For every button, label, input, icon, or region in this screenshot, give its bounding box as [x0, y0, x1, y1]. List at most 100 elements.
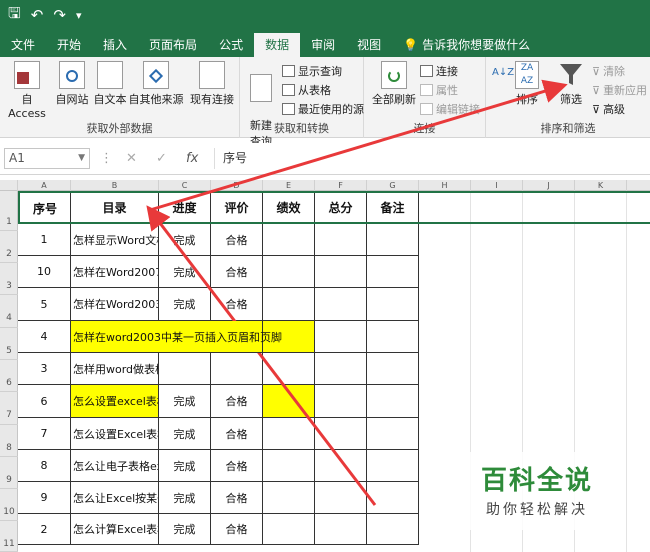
cell-rating[interactable] [211, 353, 263, 385]
cell-no[interactable]: 6 [18, 385, 71, 418]
cell-rating[interactable]: 合格 [211, 385, 263, 418]
cell-notes[interactable] [367, 224, 419, 256]
cell-progress[interactable]: 完成 [159, 224, 211, 256]
cell-total[interactable] [315, 321, 367, 353]
cell-notes[interactable] [367, 353, 419, 385]
column-header[interactable]: D [211, 180, 263, 191]
header-cell-title[interactable]: 目录 [71, 191, 159, 224]
select-all-corner[interactable] [0, 180, 18, 191]
tab-review[interactable]: 审阅 [300, 33, 346, 57]
cell-rating[interactable]: 合格 [211, 482, 263, 514]
from-text-button[interactable]: 自文本 [92, 61, 128, 107]
cell-total[interactable] [315, 353, 367, 385]
sort-button[interactable]: ZA AZ 排序 [512, 61, 542, 107]
cell-title[interactable]: 怎样在Word2003中使 [71, 288, 159, 321]
recent-sources-button[interactable]: 最近使用的源 [282, 101, 364, 117]
customize-toolbar-icon[interactable]: ▾ [76, 9, 82, 22]
tab-view[interactable]: 视图 [346, 33, 392, 57]
cell-rating[interactable]: 合格 [211, 450, 263, 482]
cell-rating[interactable]: 合格 [211, 256, 263, 288]
row-header[interactable]: 11 [0, 521, 18, 552]
cell-no[interactable]: 5 [18, 288, 71, 321]
chevron-down-icon[interactable]: ▼ [78, 149, 85, 168]
cell-title[interactable]: 怎样显示Word文档的 [71, 224, 159, 256]
tab-insert[interactable]: 插入 [92, 33, 138, 57]
properties-button[interactable]: 属性 [420, 82, 458, 98]
cell-notes[interactable] [367, 418, 419, 450]
filter-button[interactable]: 筛选 [554, 61, 588, 107]
name-box[interactable]: A1 ▼ [4, 148, 90, 169]
header-cell-notes[interactable]: 备注 [367, 191, 419, 224]
tab-file[interactable]: 文件 [0, 33, 46, 57]
cell-performance[interactable] [263, 288, 315, 321]
row-header[interactable]: 3 [0, 263, 18, 295]
header-cell-total[interactable]: 总分 [315, 191, 367, 224]
row-header[interactable]: 7 [0, 392, 18, 425]
cell-total[interactable] [315, 514, 367, 545]
column-header[interactable]: K [575, 180, 627, 191]
undo-icon[interactable]: ↶ [31, 6, 44, 24]
advanced-filter-button[interactable]: ⊽ 高级 [592, 101, 625, 117]
header-cell-rating[interactable]: 评价 [211, 191, 263, 224]
header-cell-progress[interactable]: 进度 [159, 191, 211, 224]
tab-page-layout[interactable]: 页面布局 [138, 33, 208, 57]
column-header[interactable]: F [315, 180, 367, 191]
cell-performance[interactable] [263, 482, 315, 514]
cell-title[interactable]: 怎样用word做表格 [71, 353, 159, 385]
connections-button[interactable]: 连接 [420, 63, 458, 79]
clear-filter-button[interactable]: ⊽ 清除 [592, 63, 625, 79]
cell-no[interactable]: 1 [18, 224, 71, 256]
cell-notes[interactable] [367, 482, 419, 514]
cell-performance[interactable] [263, 514, 315, 545]
cell-title[interactable]: 怎样在word2003中某一页插入页眉和页脚 [71, 321, 282, 353]
cell-notes[interactable] [367, 450, 419, 482]
cell-performance[interactable] [263, 256, 315, 288]
redo-icon[interactable]: ↷ [53, 6, 66, 24]
cell-title[interactable]: 怎么让Excel按某一列 [71, 482, 159, 514]
cell-notes[interactable] [367, 321, 419, 353]
cell-notes[interactable] [367, 385, 419, 418]
cell-performance[interactable] [263, 353, 315, 385]
from-access-button[interactable]: 自 Access [4, 61, 50, 120]
cell-rating[interactable]: 合格 [211, 418, 263, 450]
cell-total[interactable] [315, 482, 367, 514]
header-cell-performance[interactable]: 绩效 [263, 191, 315, 224]
cell-total[interactable] [315, 256, 367, 288]
column-header[interactable]: J [523, 180, 575, 191]
cell-no[interactable]: 3 [18, 353, 71, 385]
cell-performance[interactable] [263, 450, 315, 482]
row-header[interactable]: 10 [0, 489, 18, 521]
insert-function-icon[interactable]: fx [186, 151, 198, 166]
cell-title[interactable]: 怎么计算Excel表格中 [71, 514, 159, 545]
refresh-all-button[interactable]: 全部刷新 [370, 61, 418, 107]
cell-progress[interactable]: 完成 [159, 450, 211, 482]
row-header[interactable]: 1 [0, 191, 18, 231]
from-other-sources-button[interactable]: 自其他来源 [128, 61, 184, 107]
column-header[interactable]: E [263, 180, 315, 191]
row-header[interactable]: 6 [0, 360, 18, 392]
cell-progress[interactable]: 完成 [159, 482, 211, 514]
show-queries-button[interactable]: 显示查询 [282, 63, 342, 79]
cell-total[interactable] [315, 385, 367, 418]
cell-progress[interactable] [159, 353, 211, 385]
row-header[interactable]: 8 [0, 425, 18, 457]
sort-az-button[interactable]: A↓Z [492, 67, 514, 78]
formula-input[interactable]: 序号 [214, 148, 648, 169]
tab-formulas[interactable]: 公式 [208, 33, 254, 57]
row-header[interactable]: 2 [0, 231, 18, 263]
existing-connections-button[interactable]: 现有连接 [188, 61, 236, 107]
cell-progress[interactable]: 完成 [159, 385, 211, 418]
column-header[interactable]: C [159, 180, 211, 191]
from-table-button[interactable]: 从表格 [282, 82, 331, 98]
cell-notes[interactable] [367, 288, 419, 321]
cell-performance[interactable] [263, 224, 315, 256]
cell-total[interactable] [315, 224, 367, 256]
cell-no[interactable]: 9 [18, 482, 71, 514]
row-header[interactable]: 4 [0, 295, 18, 328]
column-header[interactable]: H [419, 180, 471, 191]
cell-notes[interactable] [367, 514, 419, 545]
column-header[interactable]: A [18, 180, 71, 191]
cell-rating[interactable]: 合格 [211, 514, 263, 545]
cell-progress[interactable]: 完成 [159, 288, 211, 321]
cell-notes[interactable] [367, 256, 419, 288]
